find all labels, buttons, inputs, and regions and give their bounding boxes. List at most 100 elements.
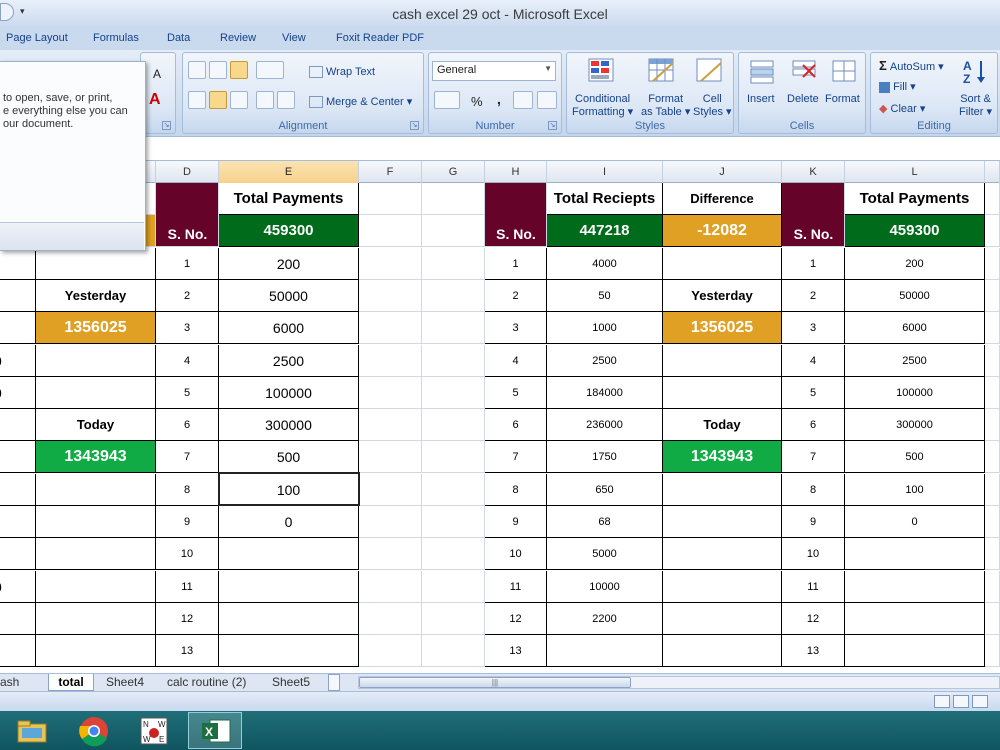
tab-data[interactable]: Data xyxy=(167,32,190,44)
payment-cell[interactable]: 6000 xyxy=(219,312,359,345)
align-bottom-icon[interactable] xyxy=(230,61,248,79)
yesterday-label-right[interactable]: Yesterday xyxy=(663,279,782,312)
sno-cell-payments[interactable]: 11 xyxy=(782,570,845,603)
sheet-tab-overflow[interactable] xyxy=(328,674,340,691)
grid-cell[interactable] xyxy=(422,312,485,345)
column-header-g[interactable]: G xyxy=(422,161,485,183)
today-label[interactable]: Today xyxy=(36,409,156,442)
payment-cell-right[interactable]: 100000 xyxy=(845,376,985,409)
payment-cell[interactable] xyxy=(219,635,359,668)
cut-off-cell[interactable] xyxy=(0,247,36,280)
payment-cell[interactable] xyxy=(219,570,359,603)
payment-cell[interactable] xyxy=(219,602,359,635)
sno-cell-payments[interactable]: 2 xyxy=(782,279,845,312)
receipt-cell[interactable]: 1750 xyxy=(547,441,663,474)
side-cell-right[interactable] xyxy=(663,473,782,506)
sheet-tab-sheet4[interactable]: Sheet4 xyxy=(106,674,156,691)
payment-cell-right[interactable]: 500 xyxy=(845,441,985,474)
side-cell[interactable] xyxy=(36,247,156,280)
grid-cell[interactable] xyxy=(422,602,485,635)
cut-off-cell[interactable]: 0 xyxy=(0,570,36,603)
sno-cell-right[interactable]: 8 xyxy=(485,473,547,506)
side-cell-right[interactable] xyxy=(663,506,782,538)
sno-cell-right[interactable]: 1 xyxy=(485,247,547,280)
grid-cell[interactable] xyxy=(359,570,422,603)
sno-cell-right[interactable]: 12 xyxy=(485,602,547,635)
sno-cell-right[interactable]: 5 xyxy=(485,376,547,409)
delete-button[interactable]: Delete xyxy=(787,93,819,105)
receipt-cell[interactable]: 10000 xyxy=(547,570,663,603)
grid-cell[interactable] xyxy=(359,183,422,215)
receipt-cell[interactable]: 4000 xyxy=(547,247,663,280)
sort-filter-button[interactable]: Sort & Filter ▾ xyxy=(959,93,992,118)
column-header-i[interactable]: I xyxy=(547,161,663,183)
tab-review[interactable]: Review xyxy=(220,32,256,44)
payment-cell-right[interactable]: 200 xyxy=(845,247,985,280)
page-layout-view-icon[interactable] xyxy=(953,695,969,708)
side-cell-right[interactable] xyxy=(663,570,782,603)
app-icon[interactable]: N WW E xyxy=(134,714,174,747)
grid-cell[interactable] xyxy=(422,279,485,312)
grid-cell[interactable] xyxy=(422,215,485,248)
active-cell-selection[interactable] xyxy=(218,472,360,506)
sno-cell[interactable]: 9 xyxy=(156,506,219,538)
sno-cell[interactable]: 8 xyxy=(156,473,219,506)
receipt-cell[interactable] xyxy=(547,635,663,668)
sno-cell-right[interactable]: 11 xyxy=(485,570,547,603)
grid-cell[interactable] xyxy=(359,441,422,474)
column-header-m[interactable] xyxy=(985,161,1000,183)
sno-cell-payments[interactable]: 7 xyxy=(782,441,845,474)
grid-cell[interactable] xyxy=(985,570,1000,603)
total-payments-title[interactable]: Total Payments xyxy=(219,183,359,215)
receipt-cell[interactable]: 650 xyxy=(547,473,663,506)
sno-cell[interactable]: 4 xyxy=(156,344,219,377)
column-header-j[interactable]: J xyxy=(663,161,782,183)
format-as-table-button[interactable]: Format as Table ▾ xyxy=(641,93,690,118)
sno-cell-right[interactable]: 7 xyxy=(485,441,547,474)
decrease-indent-icon[interactable] xyxy=(256,91,274,109)
sno-cell[interactable]: 11 xyxy=(156,570,219,603)
orientation-icon[interactable] xyxy=(256,61,284,79)
side-cell-right[interactable] xyxy=(663,635,782,668)
cut-off-cell[interactable] xyxy=(0,473,36,506)
grid-cell[interactable] xyxy=(422,183,485,215)
grid-cell[interactable] xyxy=(422,376,485,409)
grid-cell[interactable] xyxy=(422,538,485,571)
grid-cell[interactable] xyxy=(359,279,422,312)
receipt-cell[interactable]: 184000 xyxy=(547,376,663,409)
receipt-cell[interactable]: 5000 xyxy=(547,538,663,571)
sno-cell-right[interactable]: 6 xyxy=(485,409,547,442)
side-cell-right[interactable] xyxy=(663,538,782,571)
font-color-button[interactable]: A xyxy=(149,91,161,109)
cut-off-cell[interactable] xyxy=(0,312,36,345)
grow-font-button[interactable]: A xyxy=(153,67,161,81)
payment-cell-right[interactable] xyxy=(845,602,985,635)
grid-cell[interactable] xyxy=(985,473,1000,506)
yesterday-value[interactable]: 1356025 xyxy=(36,312,156,345)
clear-button[interactable]: ◆ Clear ▾ xyxy=(879,102,925,115)
grid-cell[interactable] xyxy=(985,376,1000,409)
sno-cell-payments[interactable]: 3 xyxy=(782,312,845,345)
payment-cell-right[interactable]: 6000 xyxy=(845,312,985,345)
sno-cell-payments[interactable]: 5 xyxy=(782,376,845,409)
sno-cell[interactable]: 7 xyxy=(156,441,219,474)
wrap-text-button[interactable]: Wrap Text xyxy=(309,66,375,79)
fill-button[interactable]: Fill ▾ xyxy=(879,80,916,93)
sno-cell[interactable]: 13 xyxy=(156,635,219,668)
sno-cell-right[interactable]: 4 xyxy=(485,344,547,377)
total-receipts-title[interactable]: Total Reciepts xyxy=(547,183,663,215)
grid-cell[interactable] xyxy=(985,409,1000,442)
difference-label[interactable]: Difference xyxy=(663,183,782,215)
grid-cell[interactable] xyxy=(422,247,485,280)
scrollbar-thumb[interactable]: ||| xyxy=(359,677,631,688)
align-left-icon[interactable] xyxy=(188,91,206,109)
grid-cell[interactable] xyxy=(985,506,1000,538)
sno-cell-payments[interactable]: 9 xyxy=(782,506,845,538)
cut-off-cell[interactable]: 0 xyxy=(0,376,36,409)
file-explorer-icon[interactable] xyxy=(12,714,52,747)
sno-cell[interactable]: 1 xyxy=(156,247,219,280)
align-top-icon[interactable] xyxy=(188,61,206,79)
payment-cell[interactable]: 2500 xyxy=(219,344,359,377)
grid-cell[interactable] xyxy=(985,183,1000,215)
cut-off-cell[interactable] xyxy=(0,635,36,668)
